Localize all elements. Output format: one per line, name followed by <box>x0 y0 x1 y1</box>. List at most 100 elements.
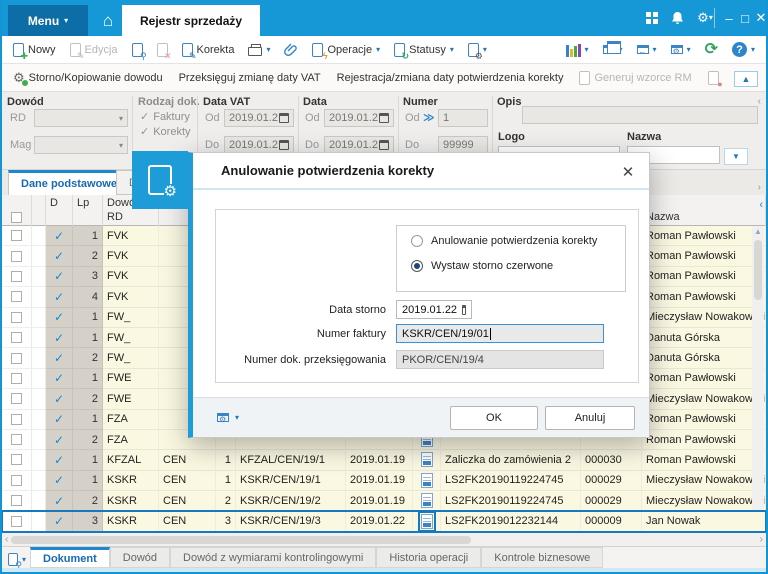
faktury-checkbox[interactable]: ✓Faktury <box>140 110 190 123</box>
row-checkbox[interactable] <box>11 495 22 506</box>
collapse-left-icon[interactable]: ‹ <box>755 96 764 107</box>
edycja-button[interactable]: ✎ Edycja <box>65 40 123 60</box>
window-tab-rejestr-sprzedazy[interactable]: Rejestr sprzedaży <box>122 5 260 36</box>
nowy-button[interactable]: ✚ Nowy <box>8 40 61 60</box>
document-red-icon: ● <box>708 71 719 85</box>
window-settings-button[interactable]: ⚙ ▾ <box>666 42 696 57</box>
korekty-checkbox[interactable]: ✓Korekty <box>140 125 191 138</box>
numer-faktury-input[interactable]: KSKR/CEN/19/01 <box>396 324 604 343</box>
data-vat-od-input[interactable]: 2019.01.2 <box>224 109 294 127</box>
korekta-button[interactable]: ✎ Korekta <box>177 40 240 60</box>
double-arrow-icon[interactable]: ≫ <box>423 111 435 124</box>
close-window-button[interactable]: ✕ <box>752 10 768 26</box>
bottom-tab-kontrole-biznesowe[interactable]: Kontrole biznesowe <box>481 547 603 568</box>
row-checkbox[interactable] <box>11 454 22 465</box>
bottom-tab-historia-operacji[interactable]: Historia operacji <box>376 547 481 568</box>
view-tab-dane-podstawowe[interactable]: Dane podstawowe <box>8 170 130 195</box>
row-checkbox[interactable] <box>11 251 22 262</box>
data-od-input[interactable]: 2019.01.2 <box>324 109 394 127</box>
print-button[interactable]: ▾ <box>243 40 275 59</box>
row-checkbox[interactable] <box>11 312 22 323</box>
table-row[interactable]: ✓2KSKRCEN2KSKR/CEN/19/22019.01.19LS2FK20… <box>2 491 766 511</box>
attachments-button[interactable] <box>279 40 303 60</box>
chevron-down-icon: ▾ <box>483 45 487 54</box>
operacje-button[interactable]: ϟ Operacje ▾ <box>307 40 385 60</box>
row-checkbox[interactable] <box>11 291 22 302</box>
table-row[interactable]: ✓1KFZALCEN1KFZAL/CEN/19/12019.01.19Zalic… <box>2 450 766 470</box>
row-document-icon[interactable] <box>421 473 433 488</box>
generuj-wzorce-button[interactable]: Generuj wzorce RM <box>574 68 696 88</box>
window-gear-icon[interactable]: ⚙ <box>217 413 229 422</box>
ok-button[interactable]: OK <box>450 406 538 430</box>
delete-button[interactable]: ✕ <box>152 40 173 60</box>
data-storno-input[interactable]: 2019.01.22 <box>396 300 472 319</box>
storno-button[interactable]: ⚙ Storno/Kopiowanie dowodu <box>8 68 168 87</box>
row-checkbox[interactable] <box>11 475 22 486</box>
menu-button[interactable]: Menu ▾ <box>8 5 88 36</box>
select-all-checkbox[interactable] <box>11 212 22 223</box>
doc-remove-button[interactable]: ● <box>703 68 724 88</box>
chevron-down-icon[interactable]: ▾ <box>235 413 239 422</box>
radio-storno[interactable]: Wystaw storno czerwone <box>411 260 625 272</box>
rd-label: RD <box>10 112 26 124</box>
przeksieguj-button[interactable]: Przeksięguj zmianę daty VAT <box>174 69 326 87</box>
row-checkbox[interactable] <box>11 332 22 343</box>
collapse-filters-button[interactable]: ▲ <box>734 71 758 87</box>
rejestracja-button[interactable]: Rejestracja/zmiana daty potwierdzenia ko… <box>332 69 569 87</box>
cell-lp: 2 <box>73 348 103 368</box>
radio-anulowanie[interactable]: Anulowanie potwierdzenia korekty <box>411 235 625 247</box>
cell-lp: 3 <box>73 511 103 531</box>
row-checkbox[interactable] <box>11 271 22 282</box>
row-checkbox[interactable] <box>11 434 22 445</box>
document-settings-button[interactable]: ⚙ ▾ <box>463 40 492 60</box>
apps-grid-button[interactable] <box>643 10 661 26</box>
row-checkbox[interactable] <box>11 230 22 241</box>
export-panel-button[interactable]: ← ▾ <box>632 42 662 57</box>
row-checkbox[interactable] <box>11 353 22 364</box>
expand-filter-button[interactable]: ▼ <box>724 148 748 165</box>
notifications-button[interactable] <box>668 10 686 26</box>
document-plus-icon: ✚ <box>13 43 24 57</box>
row-document-icon[interactable] <box>421 493 433 508</box>
row-checkbox[interactable] <box>11 393 22 404</box>
scroll-up-icon[interactable]: ▲ <box>752 226 764 238</box>
row-checkbox[interactable] <box>11 414 22 425</box>
cell-spacer <box>32 348 46 368</box>
table-row[interactable]: ✓1KSKRCEN1KSKR/CEN/19/12019.01.19LS2FK20… <box>2 471 766 491</box>
header-lp[interactable]: Lp <box>73 195 103 226</box>
vscroll-thumb[interactable] <box>754 240 762 300</box>
collapse-grid-icon[interactable]: ‹ <box>759 199 763 211</box>
scroll-right-icon[interactable]: › <box>757 534 766 545</box>
row-document-icon[interactable] <box>421 514 433 529</box>
horizontal-scrollbar[interactable]: ‹ › <box>2 532 766 546</box>
row-checkbox[interactable] <box>11 516 22 527</box>
opis-input[interactable] <box>522 106 758 124</box>
row-document-icon[interactable] <box>421 452 433 467</box>
vertical-scrollbar[interactable]: ▲ ▼ <box>752 226 764 532</box>
scroll-left-icon[interactable]: ‹ <box>2 534 11 545</box>
cell-data: 2019.01.19 <box>346 491 413 511</box>
help-button[interactable]: ? ▾ <box>727 39 760 60</box>
dialog-close-button[interactable]: ✕ <box>619 163 637 181</box>
bottom-tab-dokument[interactable]: Dokument <box>30 547 110 568</box>
row-checkbox[interactable] <box>11 373 22 384</box>
anuluj-button[interactable]: Anuluj <box>545 406 635 430</box>
expand-right-icon[interactable]: › <box>755 182 764 193</box>
bottom-tab-dowód[interactable]: Dowód <box>110 547 170 568</box>
preview-button[interactable]: ⚲ <box>127 40 148 60</box>
home-button[interactable]: ⌂ <box>94 5 122 36</box>
header-d[interactable]: D <box>46 195 73 226</box>
mag-select[interactable]: ▾ <box>34 136 128 154</box>
bottom-preview-button[interactable]: ⚲ ▾ <box>2 553 30 568</box>
numer-od-input[interactable]: 1 <box>438 109 488 127</box>
windows-button[interactable]: ▾ <box>598 42 628 57</box>
hscroll-thumb[interactable] <box>11 536 471 544</box>
rd-select[interactable]: ▾ <box>34 109 128 127</box>
table-row[interactable]: ✓3KSKRCEN3KSKR/CEN/19/32019.01.22LS2FK20… <box>2 511 766 531</box>
statusy-button[interactable]: ↻ Statusy ▾ <box>389 40 459 60</box>
numer-dok-input[interactable]: PKOR/CEN/19/4 <box>396 350 604 369</box>
bottom-tab-dowód-z-wymiarami-kontrolingowymi[interactable]: Dowód z wymiarami kontrolingowymi <box>170 547 376 568</box>
analysis-button[interactable]: ▾ <box>561 40 594 60</box>
header-nazwa[interactable]: Nazwa <box>642 195 766 226</box>
refresh-button[interactable]: ⟳ <box>700 39 723 61</box>
